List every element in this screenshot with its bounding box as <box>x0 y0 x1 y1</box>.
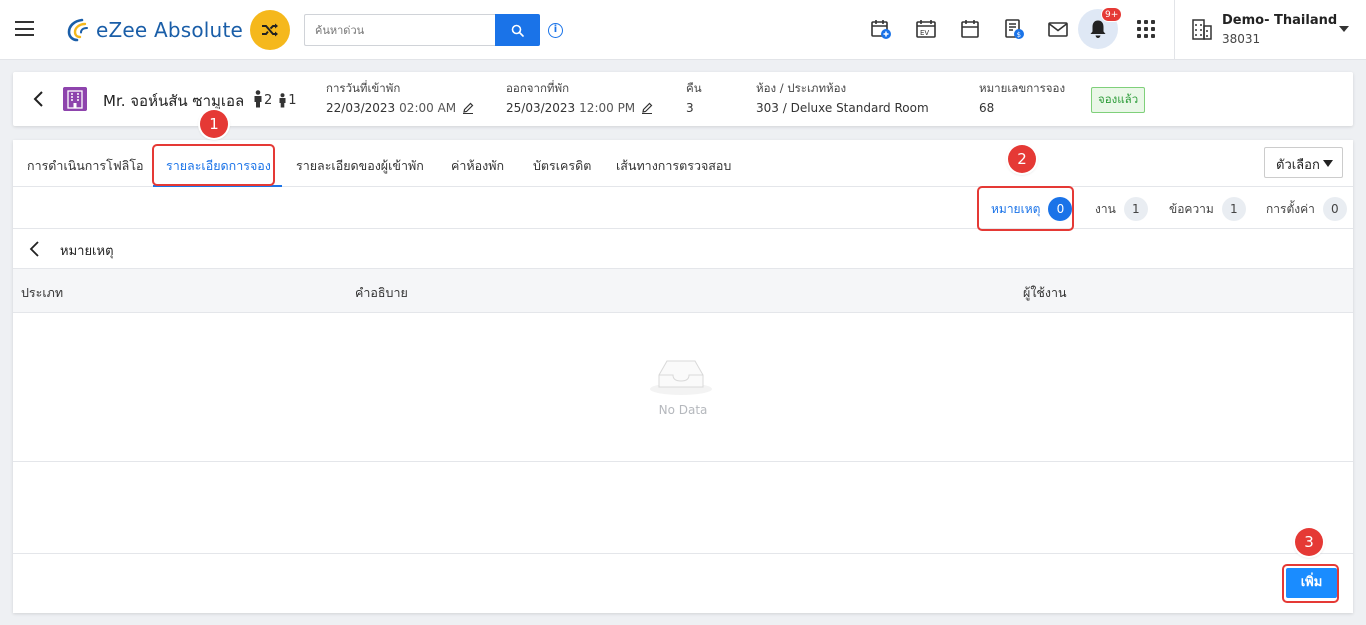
adult-icon <box>254 90 262 108</box>
section-title: หมายเหตุ <box>60 244 114 259</box>
child-count: 1 <box>288 93 297 108</box>
tab-audit-trail[interactable]: เส้นทางการตรวจสอบ <box>616 156 731 176</box>
room-field: ห้อง / ประเภทห้อง 303 / Deluxe Standard … <box>756 80 929 115</box>
hotel-building-icon <box>63 87 87 111</box>
property-name[interactable]: Demo- Thailand <box>1222 13 1337 28</box>
options-dropdown[interactable]: ตัวเลือก <box>1264 147 1343 178</box>
reservation-number-field: หมายเลขการจอง 68 <box>979 80 1065 115</box>
edit-icon[interactable] <box>641 102 653 114</box>
checkout-date: 25/03/2023 <box>506 101 576 115</box>
step-marker: 1 <box>200 110 228 138</box>
step-marker: 3 <box>1295 528 1323 556</box>
edit-icon[interactable] <box>462 102 474 114</box>
shuffle-button[interactable] <box>250 10 290 50</box>
subtab-messages[interactable]: ข้อความ 1 <box>1169 197 1246 221</box>
svg-text:$: $ <box>1017 31 1021 39</box>
back-icon[interactable] <box>31 90 45 108</box>
section-header: หมายเหตุ <box>13 229 1353 269</box>
property-code: 38031 <box>1222 32 1261 46</box>
no-data-text: No Data <box>658 403 708 417</box>
subtab-label: งาน <box>1095 201 1116 216</box>
checkout-field: ออกจากที่พัก 25/03/2023 12:00 PM <box>506 80 653 115</box>
main-panel: การดำเนินการโฟลิโอ รายละเอียดการจอง รายล… <box>13 140 1353 613</box>
quick-search-input[interactable] <box>304 14 496 46</box>
subtab-label: การตั้งค่า <box>1266 201 1315 216</box>
count-badge: 0 <box>1322 197 1347 221</box>
calendar-icon[interactable] <box>958 17 982 41</box>
room-label: ห้อง / ประเภทห้อง <box>756 81 847 95</box>
reservation-number: 68 <box>979 101 995 115</box>
top-bar: eZee Absolute i EV <box>0 0 1366 60</box>
notification-badge: 9+ <box>1101 7 1123 22</box>
checkout-time: 12:00 PM <box>579 101 636 115</box>
subtab-tasks[interactable]: งาน 1 <box>1095 197 1148 221</box>
apps-grid-icon[interactable] <box>1137 20 1155 38</box>
divider <box>13 553 1353 554</box>
checkin-date: 22/03/2023 <box>326 101 396 115</box>
sub-tab-bar: หมายเหตุ 0 งาน 1 ข้อความ 1 การตั้งค่า 0 <box>13 187 1353 229</box>
tab-room-charges[interactable]: ค่าห้องพัก <box>451 156 504 176</box>
empty-state: No Data <box>13 313 1353 462</box>
svg-text:EV: EV <box>920 29 929 37</box>
caret-down-icon <box>1323 160 1333 167</box>
nights-field: คืน 3 <box>686 80 702 115</box>
step-marker: 2 <box>1008 145 1036 173</box>
nights-label: คืน <box>686 81 702 95</box>
back-icon[interactable] <box>27 240 41 258</box>
pax-count: 2 1 <box>253 90 297 108</box>
empty-inbox-icon <box>650 360 712 395</box>
count-badge: 1 <box>1221 197 1246 221</box>
subtab-settings[interactable]: การตั้งค่า 0 <box>1266 197 1347 221</box>
reservation-number-label: หมายเลขการจอง <box>979 81 1066 95</box>
tab-folio-operations[interactable]: การดำเนินการโฟลิโอ <box>27 156 144 176</box>
highlight-box <box>152 144 275 186</box>
divider <box>1174 0 1175 60</box>
search-icon <box>511 24 524 37</box>
brand-logo[interactable]: eZee Absolute <box>66 16 243 44</box>
calendar-add-icon[interactable] <box>869 17 893 41</box>
tab-guest-details[interactable]: รายละเอียดของผู้เข้าพัก <box>296 156 424 176</box>
room-value: 303 / Deluxe Standard Room <box>756 101 929 115</box>
count-badge: 1 <box>1123 197 1148 221</box>
checkout-label: ออกจากที่พัก <box>506 81 570 95</box>
checkin-time: 02:00 AM <box>399 101 457 115</box>
column-description: คำอธิบาย <box>355 285 408 300</box>
chevron-down-icon[interactable] <box>1339 26 1349 32</box>
ev-calendar-icon[interactable]: EV <box>914 17 938 41</box>
bell-icon <box>1090 20 1106 38</box>
nights-value: 3 <box>686 101 694 115</box>
column-type: ประเภท <box>21 285 64 300</box>
child-icon <box>279 93 286 108</box>
highlight-box <box>1282 564 1339 603</box>
menu-icon[interactable] <box>15 21 34 36</box>
checkin-label: การวันที่เข้าพัก <box>326 81 401 95</box>
info-icon[interactable]: i <box>548 23 563 38</box>
tab-credit-card[interactable]: บัตรเครดิต <box>533 156 591 176</box>
column-user: ผู้ใช้งาน <box>1023 285 1067 300</box>
guest-name[interactable]: Mr. จอห์นสัน ซามูเอล <box>103 89 244 113</box>
status-badge: จองแล้ว <box>1091 87 1146 113</box>
adult-count: 2 <box>264 93 273 108</box>
options-label: ตัวเลือก <box>1276 158 1320 173</box>
checkin-field: การวันที่เข้าพัก 22/03/2023 02:00 AM <box>326 80 474 115</box>
mail-icon[interactable] <box>1046 17 1070 41</box>
building-icon <box>1192 19 1212 40</box>
subtab-label: ข้อความ <box>1169 201 1214 216</box>
highlight-box <box>977 186 1074 231</box>
billing-icon[interactable]: $ <box>1002 17 1026 41</box>
shuffle-icon <box>262 23 278 37</box>
brand-name: eZee Absolute <box>96 18 243 42</box>
table-header: ประเภท คำอธิบาย ผู้ใช้งาน <box>13 269 1353 313</box>
search-button[interactable] <box>495 14 540 46</box>
ezee-logo-icon <box>67 18 88 42</box>
